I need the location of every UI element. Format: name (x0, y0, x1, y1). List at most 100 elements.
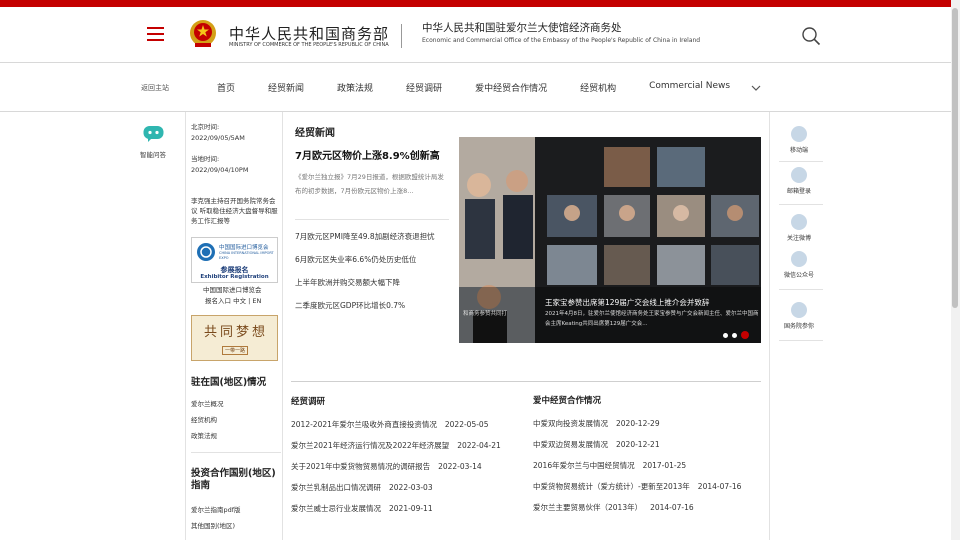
news-link[interactable]: 上半年欧洲并购交易额大幅下降 (295, 277, 400, 288)
site-header: 中华人民共和国商务部 MINISTRY OF COMMERCE OF THE P… (0, 7, 960, 63)
photo-summary: 2021年4月8日，驻爱尔兰使馆经济商务处王家宝参赞与广交会新闻主任、爱尔兰中国… (545, 311, 759, 327)
local-time-value: 2022/09/04/10PM (191, 166, 249, 174)
rail-separator (779, 161, 823, 162)
headline-link[interactable]: 7月欧元区物价上涨8.9%创新高 (295, 147, 440, 162)
chat-bot-label[interactable]: 智能问答 (140, 149, 166, 159)
ministry-name-cn[interactable]: 中华人民共和国商务部 (229, 23, 389, 44)
cooperation-row[interactable]: 爱尔兰主要贸易伙伴（2013年） 2014-07-16 (533, 502, 694, 513)
guide-section-title: 投资合作国别(地区)指南 (191, 468, 276, 491)
row-title: 爱尔兰乳制品出口情况调研 (291, 483, 381, 492)
expo-logo-icon (197, 243, 215, 261)
nav-item-home[interactable]: 首页 (217, 81, 235, 94)
nav-item-commercial-news[interactable]: Commercial News (649, 81, 730, 94)
main-nav: 返回主站 首页 经贸新闻 政策法规 经贸调研 爱中经贸合作情况 经贸机构 Com… (0, 64, 960, 112)
national-emblem-icon[interactable] (189, 19, 217, 49)
rail-item-mobile[interactable]: 移动端 (779, 126, 819, 154)
beijing-time-value: 2022/09/05/5AM (191, 134, 245, 142)
at-icon (791, 302, 807, 318)
row-title: 中爱双边贸易发展情况 (533, 440, 608, 449)
photo-caption[interactable]: 王家宝参赞出席第129届广交会线上推介会并致辞 (545, 297, 709, 308)
main-divider (291, 381, 761, 382)
guide-link-other[interactable]: 其他国别(地区) (191, 520, 235, 530)
news-photo-carousel[interactable]: 王家宝参赞出席第129届广交会线上推介会并致辞 2021年4月8日，驻爱尔兰使馆… (459, 137, 761, 343)
right-rail-divider (769, 112, 770, 540)
local-time-label: 当地时间: (191, 155, 220, 163)
research-row[interactable]: 爱尔兰乳制品出口情况调研 2022-03-03 (291, 482, 433, 493)
carousel-dot[interactable] (732, 333, 737, 338)
research-row[interactable]: 2012-2021年爱尔兰吸收外商直接投资情况 2022-05-05 (291, 419, 488, 430)
row-title: 爱尔兰2021年经济运行情况及2022年经济展望 (291, 441, 450, 450)
rail-separator (779, 289, 823, 290)
logo-divider (401, 24, 402, 48)
carousel-dot[interactable] (723, 333, 728, 338)
nav-items: 首页 经贸新闻 政策法规 经贸调研 爱中经贸合作情况 经贸机构 Commerci… (217, 81, 730, 94)
back-to-main-site-link[interactable]: 返回主站 (141, 83, 169, 93)
expo-registration-banner[interactable]: 中国国际进口博览会 CHINA INTERNATIONAL IMPORT EXP… (191, 237, 278, 283)
nav-item-institutions[interactable]: 经贸机构 (580, 81, 616, 94)
top-accent-bar (0, 0, 960, 7)
notice-link[interactable]: 李克强主持召开国务院常务会议 听取稳住经济大盘督导和服务工作汇报等 (191, 196, 281, 226)
row-title: 关于2021年中爱货物贸易情况的调研报告 (291, 462, 431, 471)
news-link[interactable]: 二季度欧元区GDP环比增长0.7% (295, 300, 405, 311)
news-link[interactable]: 7月欧元区PMI降至49.8加剧经济衰退担忧 (295, 231, 435, 242)
photo-side-caption: 和商务参赞共同打 (463, 311, 508, 317)
rail-item-weibo[interactable]: 关注微博 (779, 214, 819, 242)
row-date: 2020-12-21 (616, 440, 660, 449)
research-row[interactable]: 爱尔兰威士忌行业发展情况 2021-09-11 (291, 503, 433, 514)
mail-icon (791, 167, 807, 183)
research-row[interactable]: 爱尔兰2021年经济运行情况及2022年经济展望 2022-04-21 (291, 440, 501, 451)
row-title: 中爱货物贸易统计（爱方统计）-更新至2013年 (533, 482, 690, 491)
ministry-name-en: MINISTRY OF COMMERCE OF THE PEOPLE'S REP… (229, 42, 389, 48)
rail-item-wechat[interactable]: 微信公众号 (779, 251, 819, 279)
left-column-separator (191, 452, 281, 453)
expo-name-cn: 中国国际进口博览会 (219, 245, 269, 251)
nav-item-cooperation[interactable]: 爱中经贸合作情况 (475, 81, 547, 94)
nav-item-research[interactable]: 经贸调研 (406, 81, 442, 94)
shared-dream-banner[interactable]: 共同梦想 一带一路 (191, 315, 278, 361)
wechat-icon (791, 251, 807, 267)
guide-link-pdf[interactable]: 爱尔兰指南pdf版 (191, 504, 241, 514)
carousel-dot-active[interactable] (741, 331, 749, 339)
cooperation-row[interactable]: 中爱货物贸易统计（爱方统计）-更新至2013年 2014-07-16 (533, 481, 741, 492)
rail-item-mail[interactable]: 邮箱登录 (779, 167, 819, 195)
chevron-down-icon[interactable] (750, 83, 762, 93)
news-link[interactable]: 6月欧元区失业率6.6%仍处历史低位 (295, 254, 416, 265)
menu-icon[interactable] (147, 27, 164, 41)
banner-subtitle: 一带一路 (222, 346, 249, 355)
rail-separator (779, 204, 823, 205)
rail-item-label: 移动端 (789, 147, 808, 154)
rail-item-state-council[interactable]: 国务院参你 (779, 302, 819, 330)
row-date: 2021-09-11 (389, 504, 433, 513)
cooperation-row[interactable]: 中爱双边贸易发展情况 2020-12-21 (533, 439, 660, 450)
banner-title: 共同梦想 (204, 325, 269, 340)
research-section-title: 经贸调研 (291, 397, 326, 407)
cooperation-row[interactable]: 中爱双向投资发展情况 2020-12-29 (533, 418, 660, 429)
row-date: 2022-03-03 (389, 483, 433, 492)
row-date: 2014-07-16 (697, 482, 742, 491)
rail-item-label: 邮箱登录 (786, 188, 811, 195)
rail-item-label: 微信公众号 (783, 272, 814, 279)
rail-separator (779, 340, 823, 341)
row-title: 爱尔兰主要贸易伙伴（2013年） (533, 503, 643, 512)
row-date: 2022-04-21 (457, 441, 501, 450)
news-section-title: 经贸新闻 (295, 128, 335, 139)
row-date: 2022-05-05 (444, 420, 489, 429)
cooperation-section-title: 爱中经贸合作情况 (533, 396, 602, 406)
nav-item-trade-news[interactable]: 经贸新闻 (268, 81, 304, 94)
research-row[interactable]: 关于2021年中爱货物贸易情况的调研报告 2022-03-14 (291, 461, 482, 472)
region-link-policy[interactable]: 政策法规 (191, 430, 217, 440)
cooperation-row[interactable]: 2016年爱尔兰与中国经贸情况 2017-01-25 (533, 460, 686, 471)
search-icon[interactable] (801, 26, 821, 46)
row-title: 中爱双向投资发展情况 (533, 419, 608, 428)
region-link-overview[interactable]: 爱尔兰概况 (191, 398, 224, 408)
region-link-institutions[interactable]: 经贸机构 (191, 414, 217, 424)
scrollbar-thumb[interactable] (952, 8, 958, 308)
expo-link[interactable]: 中国国际进口博览会 (203, 285, 262, 295)
summary-divider (295, 219, 449, 220)
row-date: 2020-12-29 (616, 419, 660, 428)
expo-register-link[interactable]: 报名入口 中文 | EN (205, 296, 261, 306)
office-name-en: Economic and Commercial Office of the Em… (422, 37, 701, 44)
office-name-cn: 中华人民共和国驻爱尔兰大使馆经济商务处 (422, 22, 622, 34)
nav-item-policy[interactable]: 政策法规 (337, 81, 373, 94)
chat-bot-icon[interactable] (143, 125, 164, 142)
